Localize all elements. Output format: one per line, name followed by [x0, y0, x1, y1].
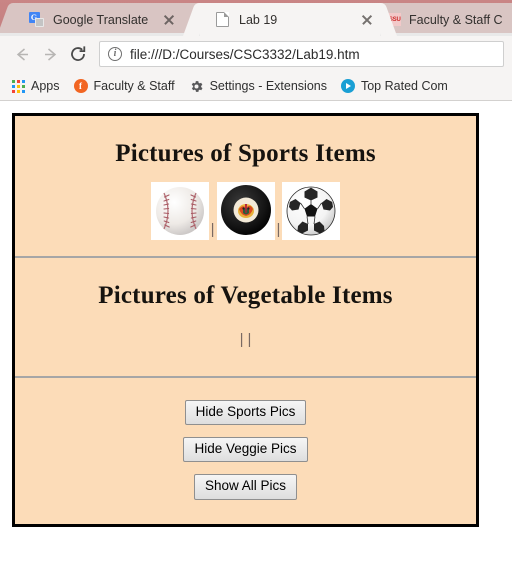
back-arrow-icon[interactable]	[8, 40, 36, 68]
page-viewport: Pictures of Sports Items | | Pictures of…	[0, 101, 512, 566]
controls-section: Hide Sports Pics Hide Veggie Pics Show A…	[15, 378, 476, 524]
info-icon[interactable]: i	[108, 47, 122, 61]
image-separator: |	[210, 221, 215, 238]
browser-toolbar: i file:///D:/Courses/CSC3332/Lab19.htm	[0, 36, 512, 72]
bookmark-top-rated-com[interactable]: Top Rated Com	[340, 79, 448, 93]
bookmark-label: Settings - Extensions	[209, 79, 327, 93]
vegetables-heading: Pictures of Vegetable Items	[98, 282, 393, 309]
google-translate-icon: G	[28, 12, 44, 28]
tab-label: Faculty & Staff C	[409, 12, 503, 27]
bookmark-label: Top Rated Com	[360, 79, 448, 93]
tab-lab-19[interactable]: Lab 19	[182, 3, 398, 36]
address-bar[interactable]: i file:///D:/Courses/CSC3332/Lab19.htm	[99, 41, 504, 67]
document-icon	[214, 12, 230, 28]
tab-left-edge	[0, 3, 26, 36]
soccer-ball-image	[282, 182, 341, 240]
forward-arrow-icon[interactable]	[36, 40, 64, 68]
gear-icon	[189, 79, 204, 94]
image-separator: |	[276, 221, 281, 238]
content-table: Pictures of Sports Items | | Pictures of…	[12, 113, 479, 527]
url-text: file:///D:/Courses/CSC3332/Lab19.htm	[130, 46, 360, 62]
show-all-pics-button-wrap: Show All Pics	[15, 468, 476, 505]
bookmark-apps[interactable]: Apps	[12, 79, 60, 93]
bookmark-label: Faculty & Staff	[93, 79, 175, 93]
sports-heading: Pictures of Sports Items	[115, 140, 376, 167]
reload-icon[interactable]	[64, 40, 92, 68]
image-separator: |	[239, 331, 244, 348]
hide-veggie-pics-button-wrap: Hide Veggie Pics	[15, 431, 476, 468]
hide-sports-pics-button[interactable]: Hide Sports Pics	[184, 400, 307, 426]
hockey-puck-image	[216, 182, 275, 240]
bookmark-settings-extensions[interactable]: Settings - Extensions	[189, 79, 327, 94]
hide-sports-pics-button-wrap: Hide Sports Pics	[15, 394, 476, 431]
baseball-image	[150, 182, 209, 240]
tab-label: Lab 19	[239, 12, 278, 27]
faculty-staff-icon: f	[73, 79, 88, 93]
tab-strip: G Google Translate Lab 19 WSSU Faculty &…	[0, 0, 512, 36]
image-separator: |	[247, 331, 252, 348]
sports-images-row: | |	[15, 168, 476, 256]
apps-grid-icon	[12, 79, 25, 93]
browser-window: G Google Translate Lab 19 WSSU Faculty &…	[0, 0, 512, 566]
vegetables-section: Pictures of Vegetable Items | |	[15, 258, 476, 378]
bookmarks-bar: Apps f Faculty & Staff Settings - Extens…	[0, 72, 512, 101]
bookmark-faculty-staff[interactable]: f Faculty & Staff	[73, 79, 175, 93]
play-circle-icon	[340, 79, 355, 93]
sports-section: Pictures of Sports Items | |	[15, 116, 476, 258]
bookmark-label: Apps	[31, 79, 60, 93]
hide-veggie-pics-button[interactable]: Hide Veggie Pics	[183, 437, 308, 463]
vegetable-images-row: | |	[15, 310, 476, 376]
tab-google-translate[interactable]: G Google Translate	[0, 3, 228, 36]
show-all-pics-button[interactable]: Show All Pics	[193, 474, 298, 500]
tab-close-icon[interactable]	[162, 13, 176, 27]
tab-label: Google Translate	[53, 12, 149, 27]
tab-close-icon[interactable]	[360, 13, 374, 27]
